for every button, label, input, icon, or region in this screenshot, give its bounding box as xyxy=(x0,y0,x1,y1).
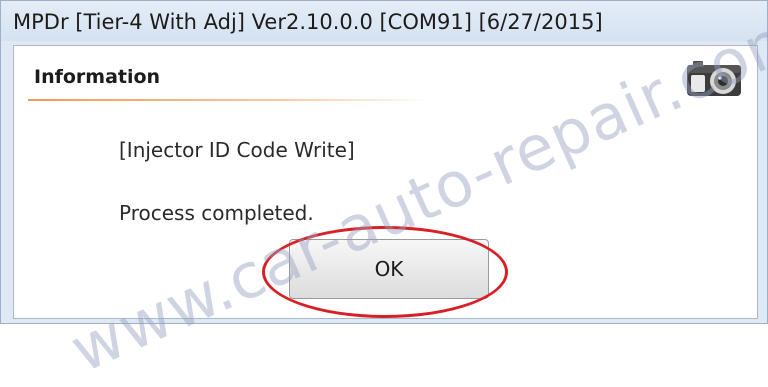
ok-button[interactable]: OK xyxy=(289,239,489,299)
window-title: MPDr [Tier-4 With Adj] Ver2.10.0.0 [COM9… xyxy=(13,10,603,34)
message-body: Process completed. xyxy=(119,201,314,225)
message-title: [Injector ID Code Write] xyxy=(119,138,355,162)
title-bar[interactable]: MPDr [Tier-4 With Adj] Ver2.10.0.0 [COM9… xyxy=(1,1,767,41)
dialog-content: Information [Injector ID Code Write] Pro… xyxy=(13,45,758,319)
dialog-heading: Information xyxy=(34,66,161,88)
camera-icon xyxy=(687,61,741,96)
heading-divider xyxy=(28,99,433,101)
dialog-window: MPDr [Tier-4 With Adj] Ver2.10.0.0 [COM9… xyxy=(0,0,768,324)
